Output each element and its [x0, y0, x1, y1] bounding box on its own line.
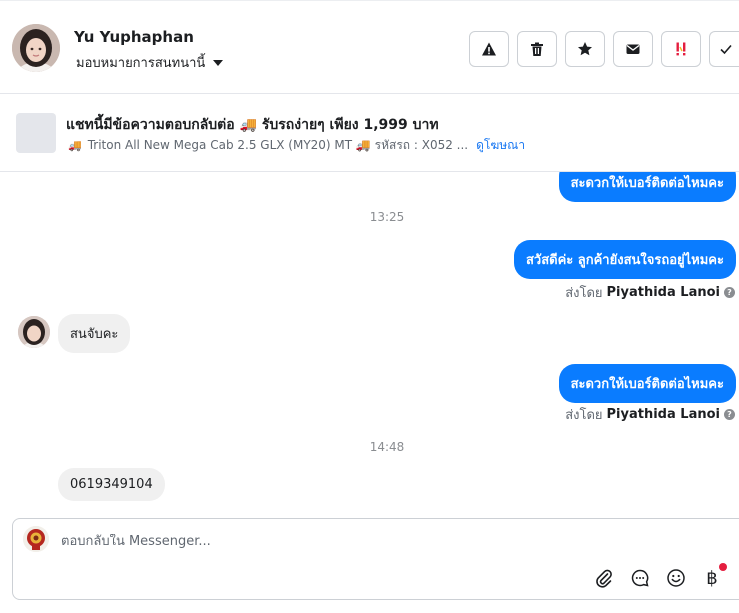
- ad-subtitle-row: 🚚 Triton All New Mega Cab 2.5 GLX (MY20)…: [68, 136, 525, 155]
- paperclip-icon: [596, 569, 612, 588]
- composer-tools: ฿: [593, 563, 727, 589]
- reply-composer: ฿: [12, 518, 739, 600]
- envelope-icon: [626, 44, 640, 54]
- ad-subtitle: Triton All New Mega Cab 2.5 GLX (MY20) M…: [87, 138, 469, 152]
- contact-avatar-small[interactable]: [18, 316, 50, 348]
- info-icon[interactable]: ?: [724, 287, 735, 298]
- warning-icon: [482, 42, 496, 56]
- report-button[interactable]: [469, 31, 509, 67]
- smiley-icon: [667, 569, 685, 587]
- ad-title: แชทนี้มีข้อความตอบกลับต่อ 🚚 รับรถง่ายๆ เ…: [66, 117, 439, 133]
- spam-button[interactable]: [661, 31, 701, 67]
- baht-icon: ฿: [706, 567, 718, 589]
- outgoing-message[interactable]: สะดวกให้เบอร์ติดต่อไหมคะ: [558, 172, 736, 202]
- incoming-message[interactable]: สนจับคะ: [58, 314, 131, 353]
- sender-name: Piyathida Lanoi: [606, 407, 720, 422]
- assign-label: มอบหมายการสนทนานี้: [76, 56, 206, 71]
- conversation-header: Yu Yuphaphan มอบหมายการสนทนานี้: [0, 0, 739, 94]
- truck-icon: 🚚: [68, 139, 82, 152]
- ad-thumbnail[interactable]: [16, 113, 56, 153]
- sent-by-prefix: ส่งโดย: [565, 408, 603, 423]
- sent-by-label: ส่งโดย Piyathida Lanoi ?: [565, 282, 735, 303]
- outgoing-message[interactable]: สะดวกให้เบอร์ติดต่อไหมคะ: [558, 364, 736, 403]
- assign-conversation-dropdown[interactable]: มอบหมายการสนทนานี้: [76, 52, 224, 73]
- sender-name: Piyathida Lanoi: [606, 285, 720, 300]
- emoji-button[interactable]: [665, 567, 687, 589]
- sent-by-prefix: ส่งโดย: [565, 286, 603, 301]
- sent-by-label: ส่งโดย Piyathida Lanoi ?: [565, 404, 735, 425]
- timestamp: 14:48: [369, 440, 405, 454]
- spam-icon: [676, 42, 686, 56]
- info-icon[interactable]: ?: [724, 409, 735, 420]
- contact-avatar[interactable]: [12, 24, 60, 72]
- payment-button[interactable]: ฿: [701, 563, 727, 589]
- reply-input[interactable]: [61, 534, 461, 549]
- contact-name[interactable]: Yu Yuphaphan: [74, 28, 194, 46]
- star-icon: [578, 42, 592, 56]
- page-avatar: [23, 526, 49, 552]
- ad-context-banner: แชทนี้มีข้อความตอบกลับต่อ 🚚 รับรถง่ายๆ เ…: [0, 94, 739, 172]
- saved-replies-button[interactable]: [629, 567, 651, 589]
- view-ad-link[interactable]: ดูโฆษณา: [476, 136, 525, 155]
- outgoing-message[interactable]: สวัสดีค่ะ ลูกค้ายังสนใจรถอยู่ไหมคะ: [513, 240, 736, 279]
- mark-unread-button[interactable]: [613, 31, 653, 67]
- star-button[interactable]: [565, 31, 605, 67]
- check-icon: [719, 44, 732, 55]
- delete-button[interactable]: [517, 31, 557, 67]
- conversation-actions: [469, 31, 739, 67]
- trash-icon: [531, 42, 543, 56]
- timestamp: 13:25: [369, 210, 405, 224]
- message-thread[interactable]: สะดวกให้เบอร์ติดต่อไหมคะ 13:25 สวัสดีค่ะ…: [0, 172, 739, 508]
- chat-bubble-icon: [631, 569, 649, 587]
- notification-dot: [719, 563, 727, 571]
- attach-button[interactable]: [593, 567, 615, 589]
- incoming-message[interactable]: 0619349104: [58, 468, 165, 501]
- mark-done-button[interactable]: [709, 31, 739, 67]
- caret-down-icon: [213, 59, 224, 66]
